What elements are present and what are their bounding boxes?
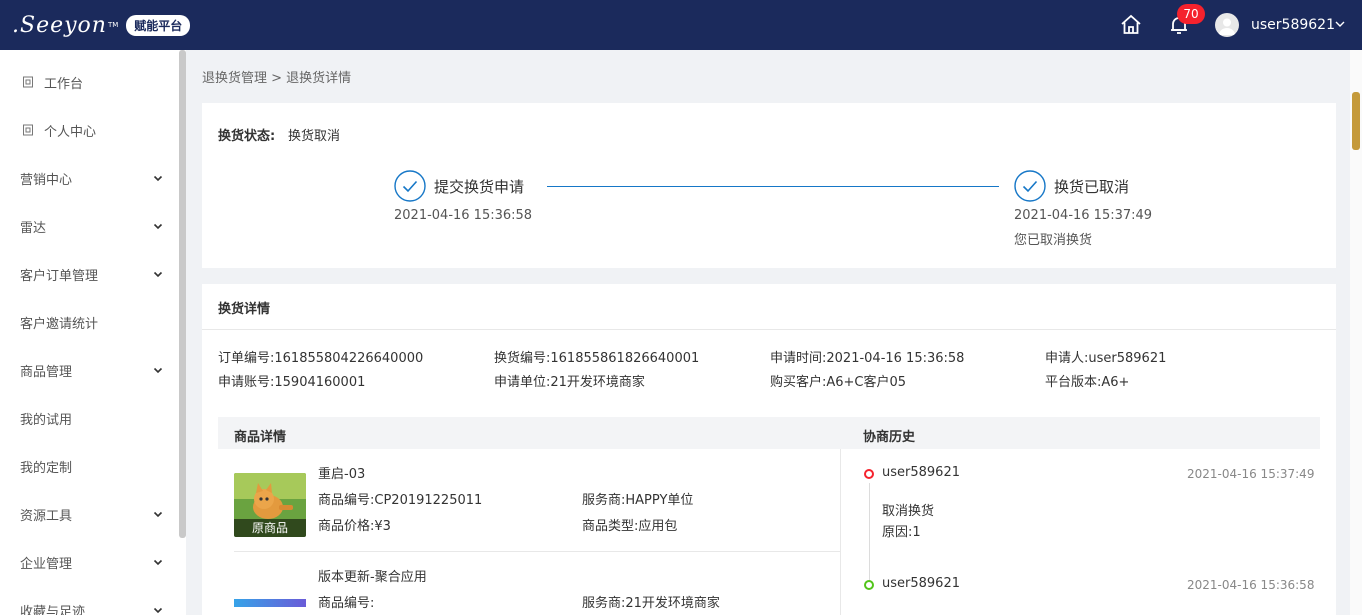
history-reason: 原因:1 — [882, 525, 921, 540]
breadcrumb[interactable]: 退换货管理 > 退换货详情 — [202, 67, 351, 86]
logo-text: .Seeyon — [12, 12, 107, 38]
product-type: 商品类型:应用包 — [582, 519, 678, 534]
platform-version: 平台版本:A6+ — [1045, 375, 1130, 390]
sidebar-item-label: 客户邀请统计 — [20, 316, 99, 332]
step-title: 换货已取消 — [1054, 178, 1130, 196]
logo-tm: TM — [107, 21, 119, 29]
timeline-dot — [864, 580, 874, 590]
product-code: 商品编号: — [318, 596, 375, 611]
avatar[interactable] — [1215, 13, 1239, 37]
product-provider: 服务商:HAPPY单位 — [582, 493, 694, 508]
products-header: 商品详情 — [234, 430, 287, 445]
notification-badge: 70 — [1177, 4, 1205, 24]
sidebar-item-label: 资源工具 — [20, 508, 73, 524]
column-divider — [840, 449, 841, 615]
sidebar-item-label: 营销中心 — [20, 172, 73, 188]
buying-customer: 购买客户:A6+C客户05 — [770, 375, 907, 390]
document-icon — [23, 124, 33, 136]
apply-time: 申请时间:2021-04-16 15:36:58 — [770, 351, 965, 366]
platform-badge: 赋能平台 — [126, 14, 191, 36]
sidebar-scrollbar[interactable] — [179, 50, 186, 538]
divider — [202, 329, 1336, 330]
product-image[interactable] — [234, 599, 306, 607]
chevron-down-icon — [153, 511, 163, 518]
detail-title: 换货详情 — [218, 302, 271, 317]
check-circle-icon — [1014, 170, 1046, 202]
exchange-number: 换货编号:161855861826640001 — [494, 351, 700, 366]
chevron-down-icon — [153, 607, 163, 614]
history-time: 2021-04-16 15:37:49 — [1187, 467, 1315, 481]
section-header: 商品详情 协商历史 — [218, 417, 1320, 449]
sidebar-item-label: 收藏与足迹 — [20, 604, 86, 615]
chevron-down-icon — [153, 559, 163, 566]
chevron-down-icon — [153, 271, 163, 278]
status-value: 换货取消 — [288, 129, 341, 144]
step-title: 提交换货申请 — [434, 178, 525, 196]
history-header: 协商历史 — [863, 430, 916, 445]
row-divider — [234, 551, 840, 552]
timeline-line — [869, 483, 870, 583]
sidebar-item-label: 企业管理 — [20, 556, 73, 572]
apply-account: 申请账号:15904160001 — [218, 375, 366, 390]
product-price: 商品价格:¥3 — [318, 519, 391, 534]
sidebar-item-label: 商品管理 — [20, 364, 73, 380]
user-avatar-icon — [1219, 18, 1235, 35]
step-note: 您已取消换货 — [1014, 233, 1093, 248]
sidebar-item-workbench[interactable]: 工作台 — [0, 58, 180, 106]
sidebar-item-label: 个人中心 — [44, 124, 97, 140]
history-time: 2021-04-16 15:36:58 — [1187, 578, 1315, 592]
sidebar-item-label: 我的定制 — [20, 460, 73, 476]
document-icon — [23, 76, 33, 88]
image-caption: 原商品 — [234, 519, 306, 537]
chevron-down-icon — [153, 175, 163, 182]
chevron-down-icon — [153, 367, 163, 374]
sidebar-item-resource-tools[interactable]: 资源工具 — [0, 490, 180, 538]
status-label: 换货状态: — [218, 129, 276, 144]
seeyon-logo[interactable]: .Seeyon TM 赋能平台 — [12, 12, 191, 38]
applicant: 申请人:user589621 — [1045, 351, 1167, 366]
sidebar-item-radar[interactable]: 雷达 — [0, 202, 180, 250]
product-name[interactable]: 版本更新-聚合应用 — [318, 566, 427, 585]
timeline-dot — [864, 469, 874, 479]
history-action: 取消换货 — [882, 504, 935, 519]
step-time: 2021-04-16 15:37:49 — [1014, 208, 1153, 223]
product-name[interactable]: 重启-03 — [318, 463, 365, 482]
product-code: 商品编号:CP20191225011 — [318, 493, 483, 508]
product-provider: 服务商:21开发环境商家 — [582, 596, 720, 611]
sidebar: 工作台 个人中心 营销中心 雷达 客户订单管理 客户邀请统计 商品管理 我的试用… — [0, 50, 186, 615]
exchange-detail-card: 换货详情 订单编号:161855804226640000 换货编号:161855… — [202, 284, 1336, 615]
sidebar-item-customer-orders[interactable]: 客户订单管理 — [0, 250, 180, 298]
step-connector — [547, 186, 999, 187]
history-user: user589621 — [882, 465, 960, 480]
top-header: .Seeyon TM 赋能平台 70 user589621 — [0, 0, 1362, 50]
sidebar-item-product-management[interactable]: 商品管理 — [0, 346, 180, 394]
sidebar-item-label: 工作台 — [44, 76, 84, 92]
chevron-down-icon — [153, 223, 163, 230]
product-image[interactable]: 原商品 — [234, 473, 306, 537]
sidebar-item-label: 客户订单管理 — [20, 268, 99, 284]
sidebar-item-my-trials[interactable]: 我的试用 — [0, 394, 180, 442]
chevron-down-icon[interactable] — [1334, 18, 1346, 30]
sidebar-item-label: 我的试用 — [20, 412, 73, 428]
step-time: 2021-04-16 15:36:58 — [394, 208, 533, 223]
sidebar-item-invite-stats[interactable]: 客户邀请统计 — [0, 298, 180, 346]
page-scrollbar-thumb[interactable] — [1352, 92, 1360, 150]
order-number: 订单编号:161855804226640000 — [218, 351, 424, 366]
sidebar-item-label: 雷达 — [20, 220, 47, 236]
history-user: user589621 — [882, 576, 960, 591]
check-circle-icon — [394, 170, 426, 202]
sidebar-item-personal-center[interactable]: 个人中心 — [0, 106, 180, 154]
sidebar-item-favorites[interactable]: 收藏与足迹 — [0, 586, 180, 615]
home-icon[interactable] — [1119, 13, 1143, 37]
exchange-status-card: 换货状态: 换货取消 提交换货申请 2021-04-16 15:36:58 换货… — [202, 103, 1336, 268]
sidebar-item-my-custom[interactable]: 我的定制 — [0, 442, 180, 490]
sidebar-item-enterprise[interactable]: 企业管理 — [0, 538, 180, 586]
header-username[interactable]: user589621 — [1251, 17, 1335, 33]
apply-unit: 申请单位:21开发环境商家 — [494, 375, 645, 390]
sidebar-item-marketing[interactable]: 营销中心 — [0, 154, 180, 202]
